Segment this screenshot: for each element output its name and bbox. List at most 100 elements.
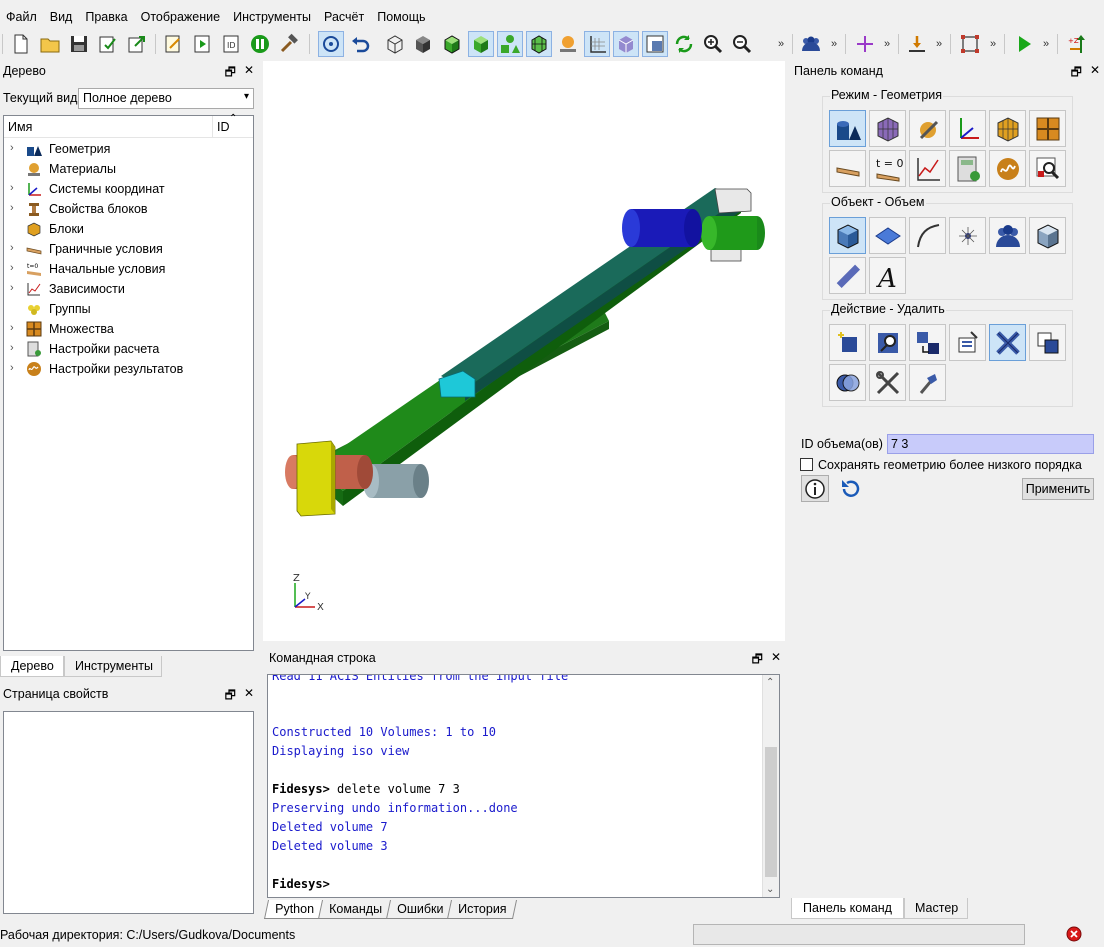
menu-calculation[interactable]: Расчёт: [318, 6, 371, 28]
tree-item[interactable]: Блоки: [4, 219, 253, 239]
view-reset-icon[interactable]: [318, 31, 344, 57]
tree-item[interactable]: › Системы координат: [4, 179, 253, 199]
hammer-icon[interactable]: [276, 31, 302, 57]
tab-wizard[interactable]: Мастер: [904, 898, 968, 919]
tree-item[interactable]: › Настройки расчета: [4, 339, 253, 359]
model-tree[interactable]: Имя ID ⌃ › Геометрия Материалы › Системы коо…: [3, 113, 254, 651]
surface-object-icon[interactable]: [869, 217, 906, 254]
crosshair-icon[interactable]: [852, 31, 878, 57]
command-output[interactable]: Read 11 ACIS Entities from the input fil…: [267, 674, 780, 898]
edit-journal-icon[interactable]: [160, 31, 186, 57]
tree-item[interactable]: › t=0 Начальные условия: [4, 259, 253, 279]
axis-z-align-icon[interactable]: +Z: [1065, 31, 1091, 57]
window-view-icon[interactable]: [642, 31, 668, 57]
calculation-mode-icon[interactable]: [949, 150, 986, 187]
zoom-out-icon[interactable]: [729, 31, 755, 57]
toolbar-overflow-icon[interactable]: »: [1043, 38, 1049, 50]
run-icon[interactable]: [1011, 31, 1037, 57]
body-object-icon[interactable]: [1029, 217, 1066, 254]
sets-mode-icon[interactable]: [1029, 110, 1066, 147]
cleanup-action-icon[interactable]: [909, 364, 946, 401]
tab-python[interactable]: Python: [263, 900, 325, 919]
boolean-action-icon[interactable]: [829, 364, 866, 401]
group-object-icon[interactable]: [989, 217, 1026, 254]
volume-id-input[interactable]: 7 3: [887, 434, 1094, 454]
tree-item[interactable]: › Множества: [4, 319, 253, 339]
expand-chevron-icon[interactable]: ›: [10, 282, 14, 294]
create-action-icon[interactable]: [829, 324, 866, 361]
float-icon[interactable]: 🗗: [752, 650, 763, 671]
geometry-mode-icon[interactable]: [829, 110, 866, 147]
coordinates-mode-icon[interactable]: [949, 110, 986, 147]
import-icon[interactable]: [904, 31, 930, 57]
toolbar-overflow-icon[interactable]: »: [884, 38, 890, 50]
blocks-mode-icon[interactable]: [989, 110, 1026, 147]
pause-icon[interactable]: [247, 31, 273, 57]
tree-item[interactable]: Группы: [4, 299, 253, 319]
name-column-header[interactable]: Имя: [8, 120, 32, 134]
info-button[interactable]: [801, 475, 829, 502]
tree-item[interactable]: Материалы: [4, 159, 253, 179]
tab-tree[interactable]: Дерево: [0, 656, 64, 677]
axes-grid-icon[interactable]: [584, 31, 610, 57]
export-icon[interactable]: [124, 31, 150, 57]
mesh-mode-icon[interactable]: [869, 110, 906, 147]
tree-item[interactable]: › Геометрия: [4, 139, 253, 159]
expand-chevron-icon[interactable]: ›: [10, 142, 14, 154]
transparent-cube-icon[interactable]: [613, 31, 639, 57]
dependencies-mode-icon[interactable]: [909, 150, 946, 187]
close-icon[interactable]: ✕: [771, 650, 781, 671]
keep-lower-order-checkbox[interactable]: [800, 458, 813, 471]
people-group-icon[interactable]: [798, 31, 824, 57]
expand-chevron-icon[interactable]: ›: [10, 342, 14, 354]
save-as-icon[interactable]: [95, 31, 121, 57]
green-box-icon[interactable]: [439, 31, 465, 57]
float-icon[interactable]: 🗗: [1071, 63, 1082, 84]
properties-action-icon[interactable]: [949, 324, 986, 361]
save-icon[interactable]: [66, 31, 92, 57]
expand-chevron-icon[interactable]: ›: [10, 262, 14, 274]
results-mode-icon[interactable]: [989, 150, 1026, 187]
close-icon[interactable]: ✕: [244, 686, 254, 707]
expand-chevron-icon[interactable]: ›: [10, 182, 14, 194]
search-mode-icon[interactable]: [1029, 150, 1066, 187]
toolbar-overflow-icon[interactable]: »: [831, 38, 837, 50]
bounding-box-icon[interactable]: [957, 31, 983, 57]
tree-item[interactable]: › Свойства блоков: [4, 199, 253, 219]
mesh-box-icon[interactable]: [526, 31, 552, 57]
modify-action-icon[interactable]: [869, 324, 906, 361]
toolbar-overflow-icon[interactable]: »: [936, 38, 942, 50]
3d-viewport[interactable]: Z Y X: [263, 61, 785, 641]
id-column-header[interactable]: ID: [217, 120, 230, 134]
menu-file[interactable]: Файл: [0, 6, 44, 28]
apply-button[interactable]: Применить: [1022, 478, 1094, 500]
menu-display[interactable]: Отображение: [135, 6, 227, 28]
measure-object-icon[interactable]: [829, 257, 866, 294]
boundary-conditions-mode-icon[interactable]: [829, 150, 866, 187]
material-ball-icon[interactable]: [555, 31, 581, 57]
properties-page[interactable]: [3, 711, 254, 914]
vertex-object-icon[interactable]: [949, 217, 986, 254]
float-icon[interactable]: 🗗: [225, 686, 236, 707]
shaded-box-icon[interactable]: [410, 31, 436, 57]
tree-item[interactable]: › Граничные условия: [4, 239, 253, 259]
reset-icon[interactable]: [838, 477, 862, 501]
command-scrollbar[interactable]: ⌃ ⌄: [762, 675, 779, 897]
refresh-icon[interactable]: [671, 31, 697, 57]
zoom-in-icon[interactable]: [700, 31, 726, 57]
menu-view[interactable]: Вид: [44, 6, 80, 28]
tree-item[interactable]: › Зависимости: [4, 279, 253, 299]
menu-tools[interactable]: Инструменты: [227, 6, 318, 28]
scroll-down-icon[interactable]: ⌄: [766, 884, 774, 895]
expand-chevron-icon[interactable]: ›: [10, 362, 14, 374]
expand-chevron-icon[interactable]: ›: [10, 202, 14, 214]
copy-action-icon[interactable]: [1029, 324, 1066, 361]
scroll-thumb[interactable]: [765, 747, 777, 877]
tree-view-select[interactable]: Полное дерево ▾: [78, 88, 254, 109]
play-journal-icon[interactable]: [189, 31, 215, 57]
multi-shape-icon[interactable]: [497, 31, 523, 57]
tab-errors[interactable]: Ошибки: [385, 900, 455, 919]
solid-green-box-icon[interactable]: [468, 31, 494, 57]
materials-mode-icon[interactable]: [909, 110, 946, 147]
tab-command-panel[interactable]: Панель команд: [791, 898, 904, 919]
